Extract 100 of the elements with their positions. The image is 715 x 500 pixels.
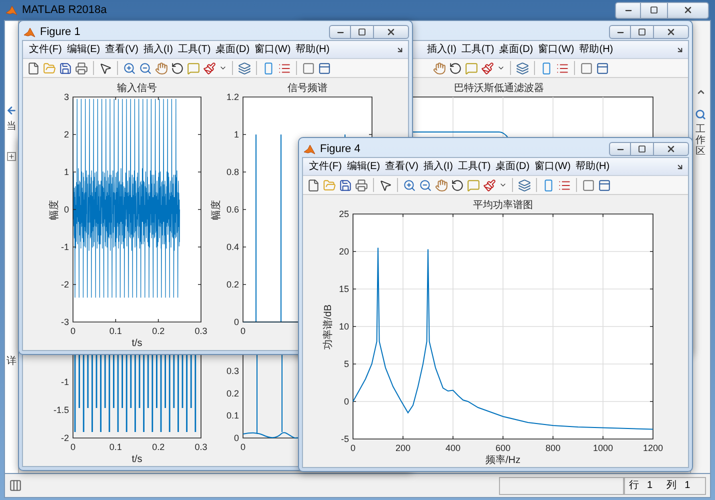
caret-icon[interactable] xyxy=(499,181,507,189)
menu-item[interactable]: 文件(F) xyxy=(27,42,64,56)
colorbar-icon[interactable] xyxy=(540,62,553,74)
restore-icon xyxy=(638,28,646,36)
menu-item[interactable]: 窗口(W) xyxy=(532,160,573,174)
axis-tick-label: 0.2 xyxy=(152,326,165,336)
save-icon[interactable] xyxy=(59,62,72,74)
menu-item[interactable]: 工具(T) xyxy=(456,160,493,174)
restore-button[interactable] xyxy=(631,142,653,156)
zoom-out-icon[interactable] xyxy=(419,178,432,192)
close-button[interactable] xyxy=(653,142,689,156)
window-icon[interactable] xyxy=(318,62,331,74)
window-title: Figure 1 xyxy=(40,24,80,40)
axis-tick-label: 0.1 xyxy=(109,326,122,336)
save-icon[interactable] xyxy=(339,178,352,192)
back-arrow-icon[interactable] xyxy=(6,105,17,116)
panel-label: 工作区 xyxy=(696,124,706,157)
expand-icon[interactable] xyxy=(7,152,16,161)
axis-label: t/s xyxy=(132,454,142,465)
axis-tick-label: 0 xyxy=(240,326,246,336)
dock-arrow-icon[interactable] xyxy=(396,46,404,54)
brush-icon[interactable] xyxy=(203,62,216,74)
menu-item[interactable]: 插入(I) xyxy=(425,42,458,56)
menu-item[interactable]: 查看(V) xyxy=(383,160,420,174)
menu-item[interactable]: 插入(I) xyxy=(141,42,175,56)
window-icon[interactable] xyxy=(596,62,609,74)
layers-icon[interactable] xyxy=(238,62,251,74)
caret-icon[interactable] xyxy=(219,64,227,72)
colorbar-icon[interactable] xyxy=(262,62,275,74)
axis-tick-label: 0 xyxy=(344,396,349,406)
menu-item[interactable]: 文件(F) xyxy=(307,160,344,174)
close-icon xyxy=(386,27,396,37)
menu-item[interactable]: 编辑(E) xyxy=(344,160,382,174)
layers-icon[interactable] xyxy=(516,62,529,74)
axis-tick-label: 10 xyxy=(338,322,349,332)
new-file-icon[interactable] xyxy=(27,62,40,74)
colorbar-icon[interactable] xyxy=(542,178,555,192)
printer-icon[interactable] xyxy=(75,62,88,74)
axis-tick-label: 0.6 xyxy=(226,204,239,214)
search-icon[interactable] xyxy=(695,109,706,120)
menu-item[interactable]: 查看(V) xyxy=(103,42,140,56)
axis-tick-label: 0 xyxy=(64,204,69,214)
zoom-out-icon[interactable] xyxy=(139,62,152,74)
close-icon xyxy=(666,144,676,154)
rotate-icon[interactable] xyxy=(451,178,464,192)
menu-item[interactable]: 窗口(W) xyxy=(536,42,576,56)
rotate-icon[interactable] xyxy=(171,62,184,74)
plot-title: 平均功率谱图 xyxy=(473,200,533,211)
pointer-icon[interactable] xyxy=(379,178,392,192)
panel-label: 详 xyxy=(6,354,16,369)
brush-icon[interactable] xyxy=(481,62,494,74)
scroll-up-icon[interactable] xyxy=(696,87,706,97)
close-button[interactable] xyxy=(667,2,709,18)
menu-item[interactable]: 工具(T) xyxy=(459,42,496,56)
new-file-icon[interactable] xyxy=(307,178,320,192)
zoom-in-icon[interactable] xyxy=(123,62,136,74)
menu-item[interactable]: 桌面(D) xyxy=(494,160,532,174)
zoom-in-icon[interactable] xyxy=(403,178,416,192)
layers-icon[interactable] xyxy=(518,178,531,192)
close-icon xyxy=(683,5,693,15)
menu-item[interactable]: 桌面(D) xyxy=(214,42,252,56)
axis-tick-label: 0.3 xyxy=(226,366,239,376)
square-icon[interactable] xyxy=(582,178,595,192)
restore-button[interactable] xyxy=(351,25,373,39)
window-icon[interactable] xyxy=(598,178,611,192)
axis-tick-label: 1 xyxy=(64,167,69,177)
caret-icon[interactable] xyxy=(497,64,505,72)
brush-icon[interactable] xyxy=(483,178,496,192)
close-button[interactable] xyxy=(373,25,409,39)
axis-tick-label: 0.3 xyxy=(194,442,208,452)
close-button[interactable] xyxy=(653,25,689,39)
rotate-icon[interactable] xyxy=(449,62,462,74)
status-label: 行 xyxy=(629,479,639,493)
menu-item[interactable]: 编辑(E) xyxy=(64,42,102,56)
pointer-icon[interactable] xyxy=(99,62,112,74)
axis-tick-label: 25 xyxy=(338,209,349,219)
axis-tick-label: 600 xyxy=(495,443,511,453)
printer-icon[interactable] xyxy=(355,178,368,192)
menu-item[interactable]: 帮助(H) xyxy=(574,160,612,174)
square-icon[interactable] xyxy=(580,62,593,74)
axis-tick-label: -2 xyxy=(60,433,69,443)
plot-title: 输入信号 xyxy=(117,83,157,94)
menu-item[interactable]: 工具(T) xyxy=(176,42,213,56)
menu-item[interactable]: 帮助(H) xyxy=(577,42,616,56)
axis-tick-label: 0 xyxy=(240,442,246,452)
menu-item[interactable]: 窗口(W) xyxy=(252,42,293,56)
menu-item[interactable]: 插入(I) xyxy=(421,160,455,174)
minimize-button[interactable] xyxy=(615,2,641,18)
menu-item[interactable]: 桌面(D) xyxy=(497,42,536,56)
axis-label: 幅度 xyxy=(49,200,60,220)
axis-tick-label: 0.2 xyxy=(226,388,239,398)
restore-button[interactable] xyxy=(641,2,667,18)
axis-tick-label: 0 xyxy=(234,433,239,443)
square-icon[interactable] xyxy=(302,62,315,74)
columns-icon[interactable] xyxy=(9,479,22,492)
restore-button[interactable] xyxy=(631,25,653,39)
axis-tick-label: 400 xyxy=(445,443,461,453)
dock-arrow-icon[interactable] xyxy=(676,162,684,170)
dock-arrow-icon[interactable] xyxy=(676,46,684,54)
menu-item[interactable]: 帮助(H) xyxy=(294,42,332,56)
